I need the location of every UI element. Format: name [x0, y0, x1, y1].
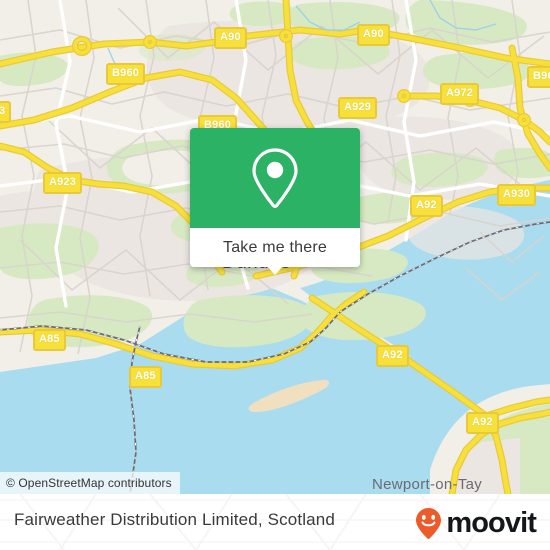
road-shield-a930[interactable]: A930 [497, 184, 537, 206]
road-shield-a923[interactable]: A923 [43, 172, 83, 194]
take-me-there-callout[interactable]: Take me there [190, 128, 360, 275]
map-attribution[interactable]: © OpenStreetMap contributors [0, 472, 180, 494]
callout-footer[interactable]: Take me there [190, 228, 360, 275]
callout-pointer-tail [267, 266, 283, 275]
road-shield-a90-east[interactable]: A90 [357, 24, 390, 46]
road-shield-b960-north[interactable]: B960 [106, 63, 146, 85]
road-shield-clipped-west[interactable]: 3 [0, 101, 12, 123]
map-pin-icon [252, 148, 298, 208]
moovit-wordmark: moovit [446, 507, 537, 539]
road-shield-a85-east[interactable]: A85 [129, 366, 162, 388]
moovit-pin-smiley-icon [416, 508, 442, 539]
map-screenshot: Dundee Newport-on-Tay A90 A90 B960 B960 … [0, 0, 550, 550]
moovit-brand[interactable]: moovit [413, 507, 537, 540]
road-shield-a929[interactable]: A929 [338, 97, 378, 119]
location-title: Fairweather Distribution Limited, Scotla… [14, 510, 335, 529]
road-shield-a92-coast[interactable]: A92 [410, 195, 443, 217]
take-me-there-label: Take me there [223, 238, 327, 256]
road-shield-a85-west[interactable]: A85 [33, 329, 66, 351]
road-shield-a972[interactable]: A972 [440, 83, 480, 105]
road-shield-a92-south[interactable]: A92 [466, 412, 499, 434]
road-shield-a90-west[interactable]: A90 [214, 27, 247, 49]
road-shield-a92-bridge[interactable]: A92 [376, 345, 409, 367]
map-canvas[interactable]: Dundee Newport-on-Tay A90 A90 B960 B960 … [0, 0, 550, 494]
road-shield-b960-east[interactable]: B960 [527, 66, 550, 88]
page-footer: Fairweather Distribution Limited, Scotla… [0, 494, 550, 550]
callout-header [190, 128, 360, 228]
